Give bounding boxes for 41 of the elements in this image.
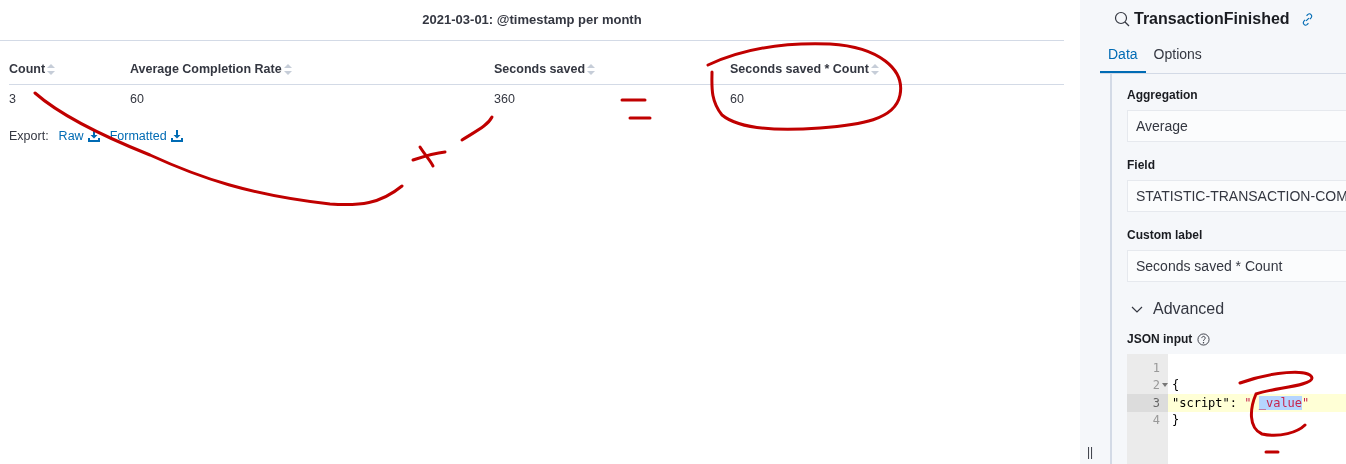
panel-tab[interactable]: Data: [1100, 38, 1146, 73]
input-field[interactable]: Seconds saved * Count: [1127, 250, 1346, 282]
resize-handle[interactable]: ||: [1086, 446, 1094, 458]
input-field[interactable]: Average: [1127, 110, 1346, 142]
column-header[interactable]: Average Completion Rate: [130, 60, 494, 79]
field-label: Custom label: [1127, 227, 1204, 244]
export-label: Export:: [9, 128, 49, 145]
table-cell-text: 60: [730, 90, 745, 108]
line-number: 3: [1152, 394, 1160, 412]
field-label: Field: [1127, 157, 1156, 174]
line-number: 1: [1152, 359, 1160, 377]
code-editor[interactable]: 1 2 3 4 { "script": " _value" }: [1127, 354, 1346, 464]
json-input-label: JSON input: [1127, 331, 1193, 348]
export-link[interactable]: Formatted: [109, 127, 183, 146]
code-line: }: [1172, 412, 1180, 430]
search-icon: [1114, 11, 1130, 27]
line-number: 4: [1152, 412, 1160, 430]
table-cell-text: 3: [9, 90, 17, 108]
input-field[interactable]: STATISTIC-TRANSACTION-COM: [1127, 180, 1346, 212]
panel-tab[interactable]: Options: [1145, 38, 1210, 73]
sort-icon: [870, 64, 879, 75]
export-link[interactable]: Raw: [58, 127, 100, 146]
help-icon[interactable]: [1197, 332, 1211, 346]
code-line: {: [1172, 377, 1180, 395]
sort-icon: [283, 64, 292, 75]
sort-icon: [587, 64, 595, 75]
download-icon: [170, 130, 183, 143]
table-cell-text: 360: [494, 90, 516, 108]
column-header[interactable]: Count: [9, 60, 130, 79]
column-header[interactable]: Seconds saved * Count: [730, 60, 1064, 79]
field-label: Aggregation: [1127, 87, 1199, 104]
download-icon: [87, 130, 100, 143]
sort-icon: [47, 64, 56, 75]
fold-icon[interactable]: [1162, 383, 1168, 388]
table-cell-text: 60: [130, 90, 145, 108]
code-line: "script": " _value": [1172, 394, 1310, 412]
line-number: 2: [1152, 377, 1160, 395]
advanced-toggle[interactable]: Advanced: [1131, 296, 1346, 322]
column-header[interactable]: Seconds saved: [494, 60, 730, 79]
table-title: 2021-03-01: @timestamp per month: [422, 11, 642, 30]
panel-title: TransactionFinished: [1134, 9, 1290, 29]
